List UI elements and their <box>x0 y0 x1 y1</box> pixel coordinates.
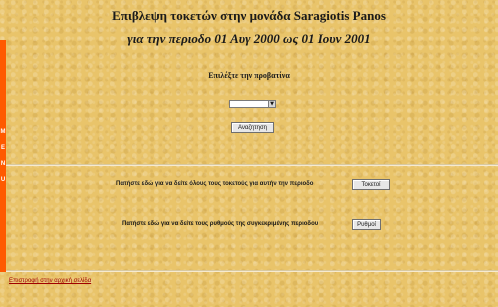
ewe-select-label: Επιλέξτε την προβατίνα <box>208 71 290 80</box>
menu-letter: M <box>0 129 6 135</box>
search-button[interactable]: Αναζητηση <box>231 122 274 133</box>
births-row-text: Πατήστε εδώ για να δείτε όλους τους τοκε… <box>116 181 314 187</box>
ewe-select[interactable]: ▼ <box>229 100 276 108</box>
menu-letter: E <box>0 145 5 151</box>
rates-row-text: Πατήστε εδώ για να δείτε τους ρυθμούς τη… <box>122 221 319 227</box>
divider <box>6 164 498 166</box>
divider <box>6 270 498 272</box>
period-subtitle: για την περιοδο 01 Αυγ 2000 ως 01 Ιουν 2… <box>127 31 371 46</box>
back-to-home-link[interactable]: Επιστροφή στην αρχική σελίδα <box>9 278 91 284</box>
menu-letter: N <box>0 161 6 167</box>
births-button[interactable]: Τοκετοί <box>352 179 390 190</box>
chevron-down-icon[interactable]: ▼ <box>268 101 275 107</box>
page-title: Επιβλεψη τοκετών στην μονάδα Saragiotis … <box>112 8 386 23</box>
menu-letter: U <box>0 177 6 183</box>
rates-button[interactable]: Ρυθμοί <box>352 219 381 230</box>
